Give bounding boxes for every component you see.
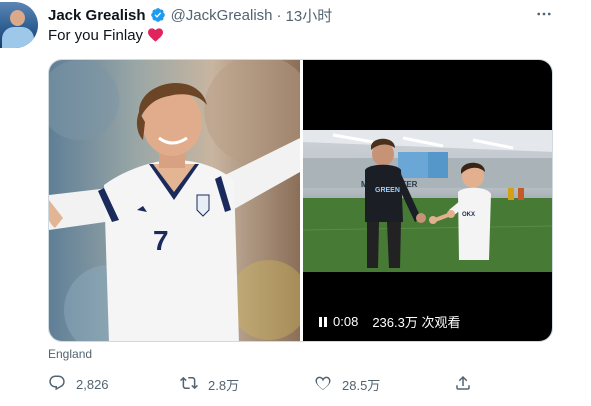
location-tag[interactable]: England — [48, 347, 92, 361]
video-views: 236.3万 次观看 — [372, 315, 461, 330]
video-controls: 0:08 236.3万 次观看 — [317, 312, 460, 331]
more-options-icon[interactable] — [532, 4, 556, 24]
pause-icon[interactable] — [317, 316, 329, 328]
svg-text:GREEN: GREEN — [375, 187, 400, 194]
tweet-text: For you Finlay — [48, 27, 164, 44]
avatar-shirt — [2, 27, 34, 48]
retweet-button[interactable]: 2.8万 — [180, 372, 239, 396]
share-icon — [454, 374, 472, 395]
video-timestamp: 0:08 — [333, 314, 359, 329]
jersey-number: 7 — [153, 225, 169, 256]
like-icon — [314, 374, 332, 395]
tweet-text-content: For you Finlay — [48, 27, 144, 44]
tweet-time[interactable]: 13小时 — [286, 5, 333, 26]
heart-emoji-icon — [147, 27, 164, 42]
reply-count: 2,826 — [76, 376, 109, 392]
photo-grealish-celebrating[interactable]: 7 — [49, 60, 314, 341]
retweet-count: 2.8万 — [208, 377, 240, 393]
verified-badge-icon — [150, 7, 166, 23]
author-handle[interactable]: @JackGrealish — [171, 7, 273, 24]
tweet-header: Jack Grealish @JackGrealish · 13小时 — [48, 5, 332, 25]
like-button[interactable]: 28.5万 — [314, 372, 380, 396]
separator-dot: · — [276, 6, 282, 24]
like-count: 28.5万 — [342, 377, 381, 393]
share-button[interactable] — [454, 372, 472, 396]
tweet-card[interactable]: Jack Grealish @JackGrealish · 13小时 For y… — [0, 0, 591, 406]
video-player[interactable]: MANCHESTER GREEN — [303, 60, 552, 341]
video-frame: MANCHESTER GREEN — [303, 130, 552, 272]
svg-text:OKX: OKX — [462, 212, 475, 218]
author-name[interactable]: Jack Grealish — [48, 7, 146, 24]
reply-icon — [48, 374, 66, 395]
avatar-head — [10, 10, 25, 26]
retweet-icon — [180, 374, 198, 395]
avatar[interactable] — [0, 2, 38, 48]
media-grid: 7 MANCHESTER — [48, 59, 553, 342]
reply-button[interactable]: 2,826 — [48, 372, 109, 396]
